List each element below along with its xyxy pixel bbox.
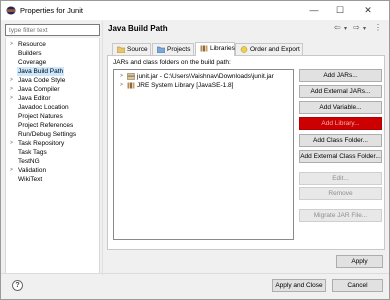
source-folder-icon bbox=[117, 46, 125, 53]
tree-item-label: Java Build Path bbox=[17, 67, 65, 76]
eclipse-icon bbox=[6, 6, 16, 15]
properties-dialog: Properties for Junit — ☐ ✕ > Resource Bu… bbox=[0, 0, 390, 300]
minimize-button[interactable]: — bbox=[303, 3, 325, 18]
back-menu-chevron-icon[interactable]: ▾ bbox=[344, 25, 347, 32]
tree-item-label: Project References bbox=[18, 122, 74, 129]
footer-divider bbox=[1, 273, 389, 274]
jar-icon bbox=[127, 73, 135, 80]
edit-button[interactable]: Edit... bbox=[299, 172, 382, 185]
expand-arrow-icon[interactable]: > bbox=[10, 94, 13, 103]
tab-projects[interactable]: Projects bbox=[152, 43, 194, 55]
forward-menu-chevron-icon[interactable]: ▾ bbox=[363, 25, 366, 32]
property-page-tree: > Resource Builders Coverage Java Build … bbox=[5, 38, 100, 274]
cancel-button[interactable]: Cancel bbox=[332, 279, 383, 292]
expand-arrow-icon[interactable]: > bbox=[10, 85, 13, 94]
tree-item-label: Run/Debug Settings bbox=[18, 131, 77, 138]
project-icon bbox=[157, 46, 165, 53]
library-list[interactable]: > junit.jar - C:\Users\Vaishnav\Download… bbox=[113, 69, 294, 240]
library-icon bbox=[200, 45, 208, 52]
tree-item-label: Java Editor bbox=[18, 95, 51, 102]
tab-libraries[interactable]: Libraries bbox=[195, 42, 235, 56]
build-path-caption: JARs and class folders on the build path… bbox=[113, 59, 231, 66]
tab-label: Source bbox=[127, 46, 148, 53]
splitter[interactable] bbox=[102, 21, 103, 275]
remove-button[interactable]: Remove bbox=[299, 187, 382, 200]
add-external-jars-button[interactable]: Add External JARs... bbox=[299, 85, 382, 98]
tree-item-label: Resource bbox=[18, 41, 46, 48]
tree-item-label: WikiText bbox=[18, 176, 43, 183]
tree-item-label: Task Tags bbox=[18, 149, 47, 156]
library-icon bbox=[127, 82, 135, 89]
tree-item-label: Java Compiler bbox=[18, 86, 60, 93]
help-icon[interactable]: ? bbox=[12, 280, 23, 291]
migrate-jar-button[interactable]: Migrate JAR File... bbox=[299, 209, 382, 222]
add-class-folder-button[interactable]: Add Class Folder... bbox=[299, 134, 382, 147]
page-title: Java Build Path bbox=[108, 24, 168, 33]
expand-arrow-icon[interactable]: > bbox=[120, 72, 123, 81]
expand-arrow-icon[interactable]: > bbox=[10, 40, 13, 49]
expand-arrow-icon[interactable]: > bbox=[10, 139, 13, 148]
title-bar: Properties for Junit — ☐ ✕ bbox=[1, 1, 389, 20]
add-library-button[interactable]: Add Library... bbox=[299, 117, 382, 130]
tree-item-label: Coverage bbox=[18, 59, 47, 66]
expand-arrow-icon[interactable]: > bbox=[120, 81, 123, 90]
list-item-label: JRE System Library [JavaSE-1.8] bbox=[137, 82, 234, 89]
tab-source[interactable]: Source bbox=[112, 43, 151, 55]
tree-item-label: Validation bbox=[18, 167, 47, 174]
add-variable-button[interactable]: Add Variable... bbox=[299, 101, 382, 114]
tab-label: Libraries bbox=[210, 45, 235, 52]
tree-item-label: Java Code Style bbox=[18, 77, 66, 84]
tree-item-label: Javadoc Location bbox=[18, 104, 69, 111]
forward-arrow-icon[interactable]: ⇨ bbox=[353, 23, 360, 32]
add-jars-button[interactable]: Add JARs... bbox=[299, 69, 382, 82]
apply-button[interactable]: Apply bbox=[336, 255, 383, 268]
maximize-button[interactable]: ☐ bbox=[329, 3, 351, 18]
expand-arrow-icon[interactable]: > bbox=[10, 166, 13, 175]
add-external-class-folder-button[interactable]: Add External Class Folder... bbox=[299, 150, 382, 163]
back-arrow-icon[interactable]: ⇦ bbox=[334, 23, 341, 32]
filter-input[interactable] bbox=[5, 24, 100, 36]
order-icon bbox=[240, 46, 248, 53]
apply-and-close-button[interactable]: Apply and Close bbox=[272, 279, 326, 292]
tab-label: Projects bbox=[167, 46, 191, 53]
tab-order-and-export[interactable]: Order and Export bbox=[235, 43, 303, 55]
close-button[interactable]: ✕ bbox=[357, 3, 379, 18]
tree-item-label: Project Natures bbox=[18, 113, 63, 120]
window-title: Properties for Junit bbox=[20, 6, 83, 15]
tree-item-label: Task Repository bbox=[18, 140, 65, 147]
list-item-label: junit.jar - C:\Users\Vaishnav\Downloads\… bbox=[137, 73, 274, 80]
tree-item-label: Builders bbox=[18, 50, 42, 57]
tree-item-label: TestNG bbox=[18, 158, 40, 165]
view-menu-icon[interactable]: ⋮ bbox=[374, 23, 382, 32]
tab-label: Order and Export bbox=[250, 46, 300, 53]
expand-arrow-icon[interactable]: > bbox=[10, 76, 13, 85]
